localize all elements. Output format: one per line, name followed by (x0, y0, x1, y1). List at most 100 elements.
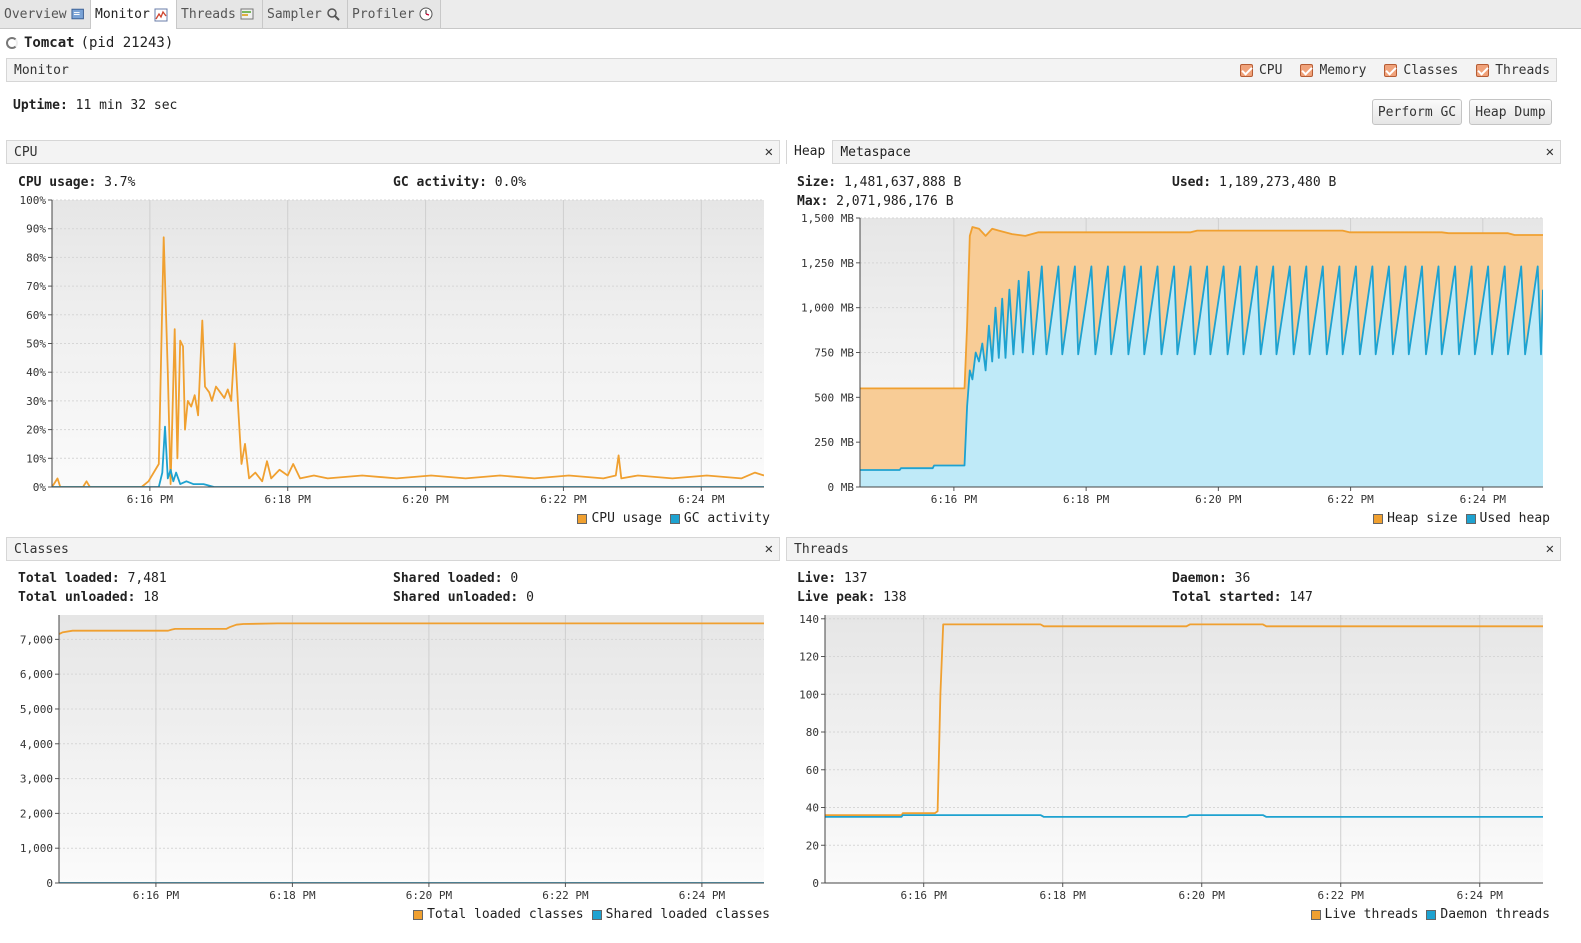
y-tick-label: 10% (26, 452, 46, 465)
cpu-usage-value: 3.7% (104, 175, 136, 190)
y-tick-label: 500 MB (814, 391, 854, 404)
live-peak-stat: Live peak: 138 (797, 590, 907, 605)
memory-checkbox-label: Memory (1319, 62, 1367, 78)
heap-dump-button[interactable]: Heap Dump (1469, 99, 1552, 125)
y-tick-label: 1,250 MB (801, 257, 854, 270)
close-icon[interactable]: ✕ (1546, 144, 1554, 160)
heap-chart: 0 MB 250 MB 500 MB 750 MB 1,000 MB 1,250 MB 1,… (801, 213, 1543, 506)
y-tick-label: 140 (799, 613, 819, 626)
threads-checkbox[interactable]: Threads (1476, 63, 1550, 78)
y-tick-label: 3,000 (20, 773, 53, 786)
close-icon[interactable]: ✕ (765, 541, 773, 557)
tab-overview[interactable]: Overview (0, 0, 91, 28)
threads-panel-header: Threads ✕ (786, 537, 1561, 561)
shared-unloaded-value: 0 (526, 590, 534, 605)
x-tick-label: 6:24 PM (1460, 493, 1507, 506)
view-tab-bar: Overview Monitor Threads Sampler Profile… (0, 0, 1581, 29)
heap-max-value: 2,071,986,176 B (836, 194, 954, 209)
sampler-icon (327, 8, 340, 21)
tab-threads[interactable]: Threads (177, 0, 263, 28)
x-tick-label: 6:22 PM (542, 889, 589, 902)
classes-checkbox[interactable]: Classes (1384, 63, 1458, 78)
cpu-checkbox[interactable]: CPU (1239, 63, 1282, 78)
y-tick-label: 4,000 (20, 738, 53, 751)
x-tick-label: 6:18 PM (269, 889, 316, 902)
y-tick-label: 0 (46, 877, 53, 890)
y-tick-label: 60% (26, 309, 46, 322)
plot-area (59, 615, 764, 883)
total-loaded-stat: Total loaded: 7,481 (18, 571, 167, 586)
cpu-usage-stat: CPU usage: 3.7% (18, 175, 135, 190)
shared-loaded-legend-label: Shared loaded classes (605, 907, 770, 922)
tab-sampler[interactable]: Sampler (263, 0, 348, 28)
shared-loaded-label: Shared loaded: (393, 571, 503, 586)
tab-monitor[interactable]: Monitor (91, 0, 177, 29)
x-tick-label: 6:16 PM (931, 493, 978, 506)
x-tick-label: 6:20 PM (1179, 889, 1226, 902)
app-name: Tomcat (24, 35, 75, 51)
classes-checkbox-label: Classes (1403, 62, 1459, 78)
close-icon[interactable]: ✕ (1546, 541, 1554, 557)
memory-checkbox[interactable]: Memory (1300, 63, 1366, 78)
threads-icon (240, 8, 254, 20)
used-heap-swatch (1465, 513, 1476, 524)
heap-max-stat: Max: 2,071,986,176 B (797, 194, 954, 209)
perform-gc-button[interactable]: Perform GC (1372, 99, 1462, 125)
y-tick-label: 20% (26, 424, 46, 437)
shared-loaded-swatch (591, 909, 602, 920)
total-loaded-legend-label: Total loaded classes (427, 907, 584, 922)
y-tick-label: 70% (26, 280, 46, 293)
gc-activity-swatch (669, 513, 680, 524)
cpu-chart-legend: CPU usage GC activity (569, 511, 770, 526)
y-tick-label: 50% (26, 338, 46, 351)
close-icon[interactable]: ✕ (765, 144, 773, 160)
total-loaded-value: 7,481 (127, 571, 167, 586)
tab-metaspace[interactable]: Metaspace (833, 141, 917, 164)
y-tick-label: 1,500 MB (801, 213, 854, 225)
total-loaded-label: Total loaded: (18, 571, 120, 586)
total-loaded-swatch (413, 909, 424, 920)
checkbox-checked-icon (1476, 63, 1490, 77)
daemon-threads-swatch (1426, 909, 1437, 920)
shared-loaded-value: 0 (510, 571, 519, 586)
threads-checkbox-label: Threads (1495, 62, 1550, 78)
tab-monitor-label: Monitor (95, 7, 150, 22)
shared-unloaded-stat: Shared unloaded: 0 (393, 590, 534, 605)
shared-unloaded-label: Shared unloaded: (393, 590, 519, 605)
total-started-label: Total started: (1172, 590, 1282, 605)
x-tick-label: 6:22 PM (540, 493, 587, 506)
live-threads-value: 137 (843, 571, 868, 586)
overview-icon (71, 8, 84, 20)
x-tick-label: 6:20 PM (406, 889, 453, 902)
threads-chart: 0 20 40 60 80 100 120 140 6:16 PM 6:18 PM 6:20 PM 6… (799, 613, 1543, 902)
daemon-threads-value: 36 (1234, 571, 1251, 586)
cpu-usage-label: CPU usage: (18, 175, 97, 190)
heap-size-swatch (1373, 513, 1384, 524)
x-tick-label: 6:16 PM (133, 889, 180, 902)
y-tick-label: 60 (806, 764, 819, 777)
tab-overview-label: Overview (4, 6, 67, 22)
y-tick-label: 100 (799, 688, 819, 701)
checkbox-checked-icon (1239, 63, 1253, 77)
uptime-value: 11 min 32 sec (75, 98, 178, 113)
x-tick-label: 6:24 PM (678, 493, 725, 506)
shared-loaded-stat: Shared loaded: 0 (393, 571, 518, 586)
x-tick-label: 6:24 PM (1457, 889, 1504, 902)
uptime: Uptime: 11 min 32 sec (13, 98, 177, 113)
y-tick-label: 5,000 (20, 703, 53, 716)
x-tick-label: 6:20 PM (402, 493, 449, 506)
checkbox-checked-icon (1300, 63, 1314, 77)
y-tick-label: 2,000 (20, 807, 53, 820)
y-tick-label: 90% (26, 223, 46, 236)
total-unloaded-label: Total unloaded: (18, 590, 136, 605)
tab-profiler[interactable]: Profiler (348, 0, 441, 28)
tab-profiler-label: Profiler (352, 6, 415, 22)
gc-activity-stat: GC activity: 0.0% (393, 175, 526, 190)
monitor-label: Monitor (14, 62, 69, 78)
tab-heap[interactable]: Heap (787, 139, 834, 164)
used-heap-legend-label: Used heap (1479, 511, 1550, 526)
y-tick-label: 7,000 (20, 633, 53, 646)
live-threads-swatch (1310, 909, 1321, 920)
heap-used-stat: Used: 1,189,273,480 B (1172, 175, 1336, 190)
daemon-threads-label: Daemon: (1172, 571, 1227, 586)
